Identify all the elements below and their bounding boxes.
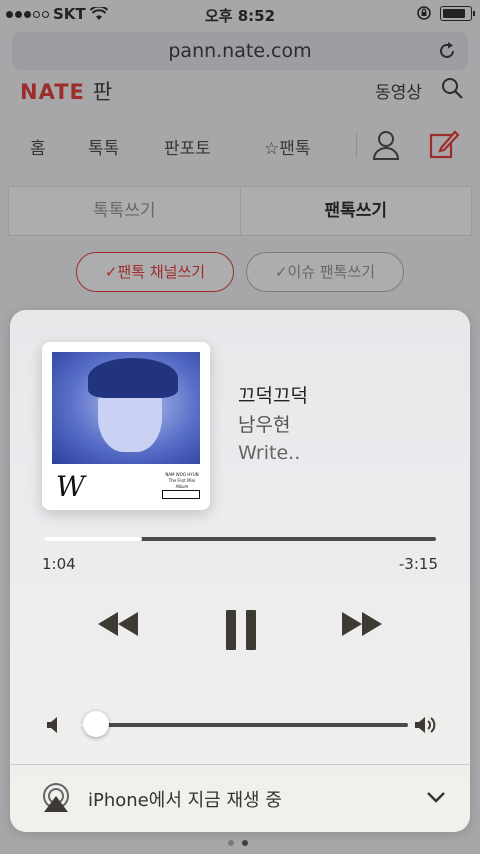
playback-scrubber[interactable] [44, 537, 436, 541]
airplay-output-label[interactable]: iPhone에서 지금 재생 중 [88, 786, 282, 812]
song-title: 끄덕끄덕 [238, 385, 308, 407]
pause-button[interactable] [224, 610, 258, 650]
track-info: 끄덕끄덕 남우현 Write.. [238, 382, 308, 468]
album-logo: W [56, 470, 85, 503]
airplay-icon[interactable] [40, 782, 72, 814]
screen: SKT 오후 8:52 pann.nate.com NATE 판 동영상 홈 톡톡… [0, 0, 480, 854]
album-art: W NAM WOO HYUN The First Mini Album [42, 342, 210, 510]
volume-high-icon [415, 717, 436, 733]
song-artist: 남우현 [238, 413, 291, 436]
fast-forward-button[interactable] [340, 610, 384, 638]
album-photo [52, 352, 200, 464]
volume-knob[interactable] [83, 711, 110, 737]
card-separator [10, 764, 470, 765]
album-title-caps: The First Mini Album [168, 478, 196, 489]
album-signature-box [162, 490, 200, 499]
album-artist-caps: NAM WOO HYUN [165, 472, 199, 477]
chevron-down-icon[interactable] [426, 790, 446, 804]
playback-progress-fill [44, 537, 142, 541]
now-playing-card: W NAM WOO HYUN The First Mini Album 끄덕끄덕 … [10, 310, 470, 832]
rewind-button[interactable] [96, 610, 140, 638]
song-album: Write.. [238, 442, 301, 464]
volume-slider[interactable] [80, 723, 408, 727]
album-hair [88, 358, 178, 398]
album-caption: NAM WOO HYUN The First Mini Album [162, 472, 202, 490]
elapsed-time: 1:04 [42, 555, 76, 573]
remaining-time: -3:15 [398, 555, 438, 573]
volume-low-icon [47, 717, 57, 733]
